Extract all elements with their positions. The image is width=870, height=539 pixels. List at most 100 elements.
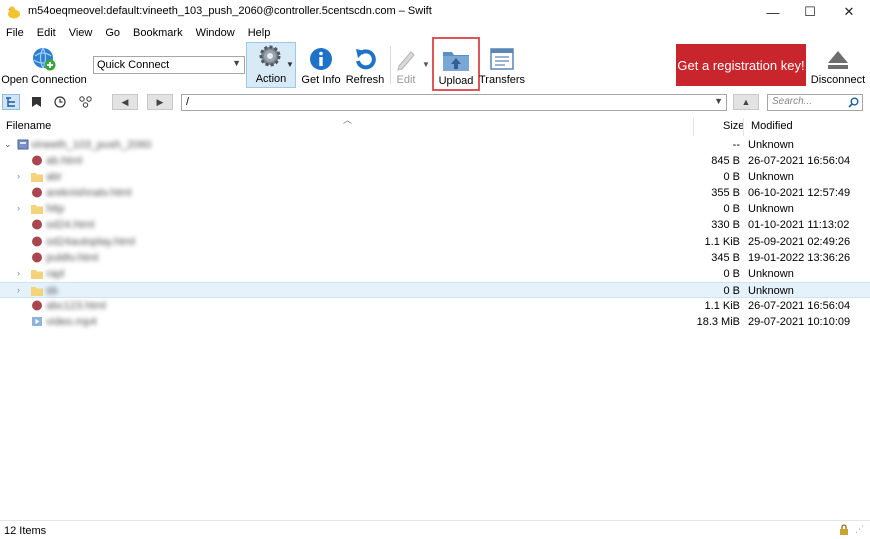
chevron-right-icon[interactable]: › [17,268,20,278]
edit-button[interactable]: Edit [392,42,420,88]
root-modified: Unknown [748,139,794,151]
file-size: 0 B [723,171,740,183]
path-select[interactable]: / ▼ [181,94,727,111]
menu-view[interactable]: View [69,25,100,41]
table-row[interactable]: › rapl 0 B Unknown [0,266,870,282]
title-bar: m54oeqmeovel:default:vineeth_103_push_20… [0,0,870,24]
chevron-down-icon[interactable]: ⌄ [4,139,12,150]
globe-add-icon [33,47,56,71]
chevron-right-icon[interactable]: › [17,171,20,181]
file-modified: 06-10-2021 12:57:49 [748,187,851,199]
parent-directory-button[interactable]: ▲ [733,94,759,110]
menu-help[interactable]: Help [248,25,278,41]
menu-file[interactable]: File [6,25,31,41]
menu-edit[interactable]: Edit [37,25,63,41]
bookmarks-view-button[interactable] [27,94,45,110]
tree-root-row[interactable]: ⌄ vineeth_103_push_2060 -- Unknown [0,137,870,153]
edit-dropdown-icon[interactable]: ▼ [422,60,430,69]
get-info-button[interactable]: Get Info [300,42,342,88]
file-name: abc123.html [46,300,106,312]
column-size[interactable]: Size [723,120,744,132]
maximize-icon: ☐ [804,4,816,19]
toolbar-separator [390,46,391,84]
chevron-right-icon[interactable]: › [17,285,20,295]
column-modified[interactable]: Modified [751,120,793,132]
html-file-icon [32,187,42,198]
html-file-icon [32,252,42,263]
open-connection-label: Open Connection [1,74,87,86]
registration-key-button[interactable]: Get a registration key! [676,44,806,86]
column-divider[interactable] [693,118,694,136]
navigation-bar: ◀ ▶ / ▼ ▲ Search... [0,92,870,112]
file-modified: 26-07-2021 16:56:04 [748,155,851,167]
file-modified: Unknown [748,285,794,297]
search-placeholder: Search... [772,96,813,107]
file-size: 355 B [711,187,740,199]
menu-bookmark[interactable]: Bookmark [133,25,190,41]
table-row[interactable]: › sb 0 B Unknown [0,282,870,298]
column-filename[interactable]: Filename [6,120,51,132]
column-divider[interactable] [743,118,744,136]
browser-view-button[interactable] [2,94,20,110]
root-size: -- [732,139,740,151]
action-label: Action [255,73,287,85]
transfers-label: Transfers [478,74,526,86]
menu-go[interactable]: Go [105,25,127,41]
file-modified: 19-01-2022 13:36:26 [748,252,851,264]
file-size: 345 B [711,252,740,264]
file-size: 1.1 KiB [704,236,740,248]
refresh-button[interactable]: Refresh [344,42,386,88]
search-input[interactable]: Search... [767,94,863,111]
file-modified: 29-07-2021 10:10:09 [748,316,851,328]
menu-window[interactable]: Window [196,25,242,41]
file-name: http [46,203,65,215]
table-row[interactable]: abc123.html 1.1 KiB 26-07-2021 16:56:04 [0,298,870,314]
edit-label: Edit [396,74,416,86]
video-file-icon [32,317,42,326]
transfers-window-icon [490,48,514,70]
html-file-icon [32,155,42,166]
table-row[interactable]: video.mp4 18.3 MiB 29-07-2021 10:10:09 [0,314,870,330]
table-row[interactable]: od24autoplay.html 1.1 KiB 25-09-2021 02:49… [0,234,870,250]
info-icon [310,48,332,70]
upload-button[interactable]: Upload [432,37,480,91]
table-row[interactable]: od24.html 330 B 01-10-2021 11:13:02 [0,217,870,233]
chevron-right-icon[interactable]: › [17,203,20,213]
minimize-icon: — [766,4,780,20]
minimize-button[interactable]: — [752,0,794,24]
folder-icon [31,287,43,296]
bonjour-view-button[interactable] [76,94,94,110]
file-size: 845 B [711,155,740,167]
toolbar: Open Connection Quick Connect ▼ Action ▼… [0,37,870,91]
tree-view-icon [6,96,15,107]
server-icon [17,139,29,150]
table-row[interactable]: › http 0 B Unknown [0,201,870,217]
table-row[interactable]: puldtv.html 345 B 19-01-2022 13:36:26 [0,250,870,266]
disconnect-button[interactable]: Disconnect [810,42,866,88]
table-row[interactable]: areknishnatv.html 355 B 06-10-2021 12:57:4… [0,185,870,201]
chevron-down-icon: ▼ [232,58,241,68]
file-name: ab.html [46,155,83,167]
file-name: sb [46,285,58,297]
history-view-button[interactable] [51,94,69,110]
resize-grip-icon[interactable]: ⋰ [855,524,864,535]
back-button[interactable]: ◀ [112,94,138,110]
forward-button[interactable]: ▶ [147,94,173,110]
table-row[interactable]: ab.html 845 B 26-07-2021 16:56:04 [0,153,870,169]
open-connection-button[interactable]: Open Connection [1,42,87,88]
pencil-icon [397,51,415,71]
file-modified: Unknown [748,171,794,183]
transfers-button[interactable]: Transfers [478,42,526,88]
maximize-button[interactable]: ☐ [789,0,831,24]
close-button[interactable]: ✕ [828,0,870,24]
swift-duck-icon [8,6,20,19]
table-row[interactable]: › abr 0 B Unknown [0,169,870,185]
html-file-icon [32,219,42,230]
file-size: 330 B [711,219,740,231]
window-title: m54oeqmeovel:default:vineeth_103_push_20… [28,5,432,17]
eject-icon [828,51,848,69]
quick-connect-select[interactable]: Quick Connect ▼ [93,56,245,74]
clock-icon [54,96,66,108]
action-dropdown-icon[interactable]: ▼ [286,60,294,69]
file-modified: 26-07-2021 16:56:04 [748,300,851,312]
